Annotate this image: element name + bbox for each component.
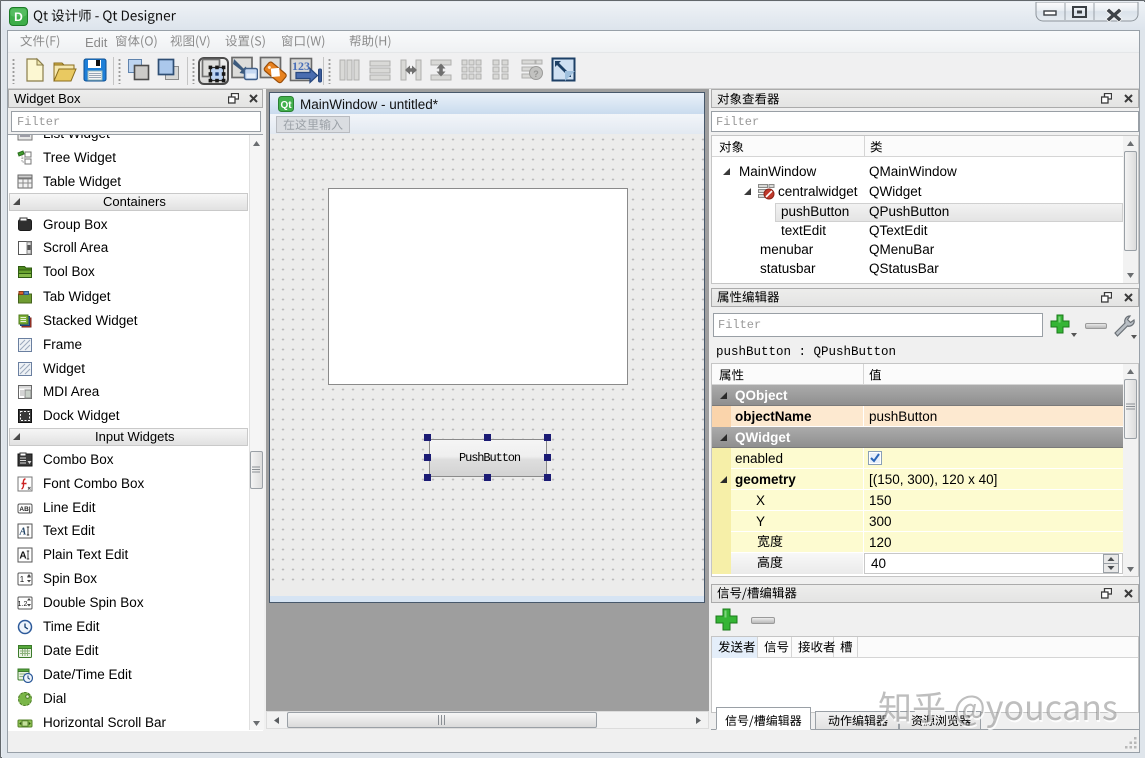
svg-text:?: ?	[533, 69, 539, 79]
svg-text:A: A	[19, 551, 26, 562]
svg-text:D: D	[14, 10, 23, 24]
svg-text:123: 123	[292, 59, 310, 73]
svg-text:1.2: 1.2	[18, 601, 28, 608]
svg-text:AB|: AB|	[19, 506, 30, 513]
svg-text:Qt: Qt	[280, 100, 292, 111]
svg-text:1: 1	[20, 575, 25, 584]
svg-text:A: A	[19, 527, 27, 538]
